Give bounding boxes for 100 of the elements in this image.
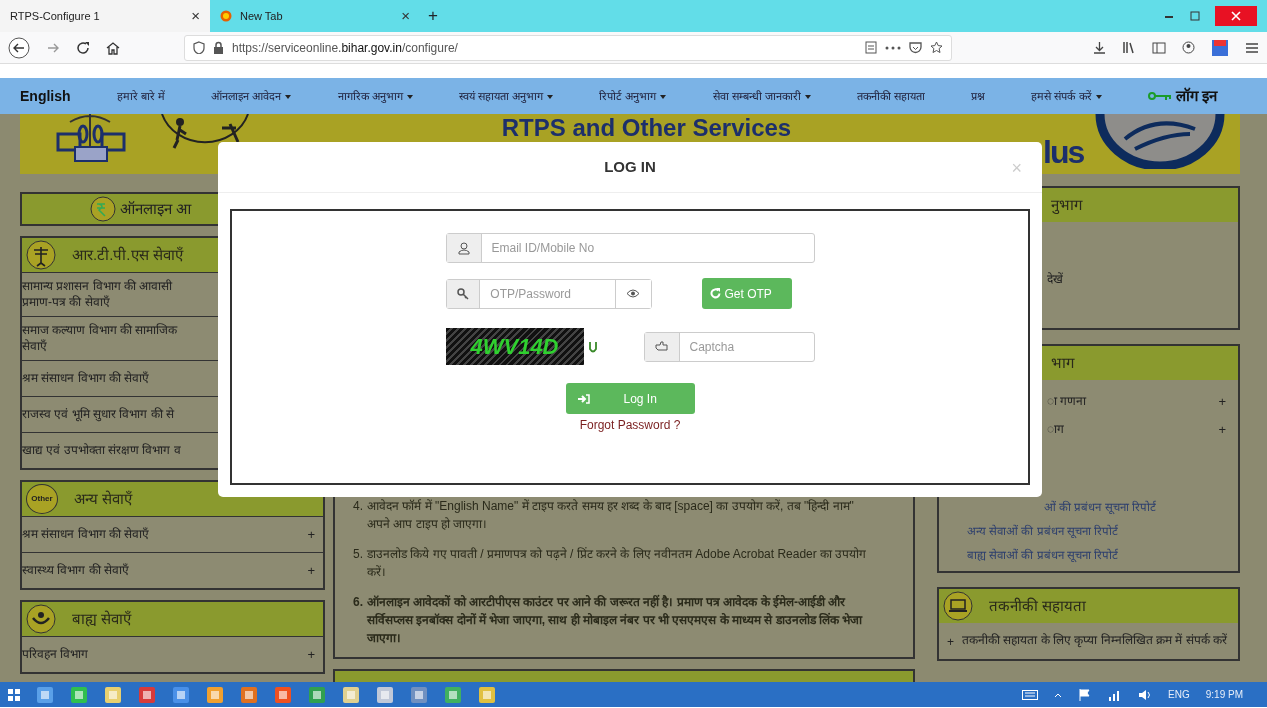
other-badge: Other xyxy=(26,484,58,515)
report-link[interactable]: बाह्य सेवाओं की प्रबंधन सूचना रिपोर्ट xyxy=(967,547,1118,564)
nav-link[interactable]: लॉग इन xyxy=(1147,84,1217,108)
sign-in-icon xyxy=(577,393,590,404)
app-icon[interactable] xyxy=(376,685,394,704)
email-field[interactable]: Email ID/Mobile No xyxy=(445,233,815,263)
sidebar-icon[interactable] xyxy=(1152,41,1166,54)
close-tab-button[interactable]: × xyxy=(401,4,410,28)
nav-link[interactable]: सेवा सम्बन्धी जानकारी xyxy=(712,87,811,105)
service-link[interactable]: परिवहन विभाग xyxy=(22,647,308,663)
start-icon[interactable] xyxy=(8,688,20,701)
nav-link[interactable]: तकनीकी सहायता xyxy=(856,87,925,105)
library-icon[interactable] xyxy=(1122,41,1136,54)
help-text: तकनीकी सहायता के लिए कृप्या निम्नलिखित क्रम में संपर्क करें xyxy=(962,633,1228,649)
dialog-title: LOG IN xyxy=(604,156,656,177)
app-icon[interactable] xyxy=(240,685,258,704)
reader-view-icon[interactable] xyxy=(865,41,877,54)
url-text: https://serviceonline.bihar.gov.in/configure/ xyxy=(232,39,459,57)
account-icon[interactable] xyxy=(1182,41,1195,54)
back-icon[interactable] xyxy=(8,36,30,59)
close-tab-button[interactable]: × xyxy=(191,4,200,28)
rupee-icon xyxy=(90,196,116,222)
nav-link[interactable]: रिपोर्ट अनुभाग xyxy=(599,87,667,105)
panel-title: अन्य सेवाएँ xyxy=(74,489,133,510)
password-field[interactable]: OTP/Password xyxy=(445,278,652,309)
nav-link[interactable]: हमसे संपर्क करें xyxy=(1031,87,1102,105)
maximize-icon[interactable] xyxy=(1189,10,1201,22)
pocket-icon[interactable] xyxy=(909,41,922,54)
login-button[interactable]: Log In xyxy=(565,383,695,414)
panel-title: तकनीकी सहायता xyxy=(989,596,1087,617)
service-link[interactable]: स्वास्थ्य विभाग की सेवाएँ xyxy=(22,563,308,579)
star-icon[interactable] xyxy=(930,41,943,54)
report-link[interactable]: अन्य सेवाओं की प्रबंधन सूचना रिपोर्ट xyxy=(967,523,1118,540)
app-icon[interactable] xyxy=(308,685,326,704)
eye-icon xyxy=(626,289,641,298)
password-input[interactable]: OTP/Password xyxy=(480,279,616,308)
more-icon[interactable] xyxy=(885,45,901,50)
language-indicator[interactable]: ENG xyxy=(1168,687,1190,702)
home-icon[interactable] xyxy=(106,40,120,55)
expand-toggle[interactable]: + xyxy=(1218,419,1226,439)
note-number: 5. xyxy=(353,546,363,563)
nav-link[interactable]: स्वयं सहायता अनुभाग xyxy=(458,87,553,105)
panel-title: आर.टी.पी.एस सेवाएँ xyxy=(72,244,183,265)
new-tab-button[interactable]: + xyxy=(428,3,438,29)
speaker-icon[interactable] xyxy=(1138,688,1153,701)
note-text: आवेदन फॉर्म में "English Name" में टाइप करते समय हर शब्द के बाद [space] का उपयोग करें, तब "हिन्दी नाम" अपने आप टाइप हो जाएगा। xyxy=(367,498,855,533)
lock-icon xyxy=(213,41,224,54)
nav-link[interactable]: प्रश्न xyxy=(971,87,986,105)
flag-icon[interactable] xyxy=(1078,687,1093,702)
address-bar[interactable]: https://serviceonline.bihar.gov.in/configure/ xyxy=(184,34,952,61)
tree-icon xyxy=(26,240,56,270)
panel-title: भाग xyxy=(1050,352,1074,373)
service-link[interactable]: श्रम संसाधन विभाग की सेवाएँ xyxy=(22,527,308,543)
laptop-icon xyxy=(943,591,973,622)
shield-icon xyxy=(193,41,205,54)
show-password-button[interactable] xyxy=(615,279,651,308)
captcha-input[interactable]: Captcha xyxy=(679,332,814,361)
nav-link[interactable]: नागरिक अनुभाग xyxy=(337,87,413,105)
app-icon[interactable] xyxy=(342,685,360,704)
nav-link[interactable]: हमारे बारे में xyxy=(116,87,165,105)
note-number: 4. xyxy=(353,498,363,515)
menu-icon[interactable] xyxy=(1245,41,1259,54)
download-icon[interactable] xyxy=(1093,41,1106,54)
captcha-image: 4WV14D xyxy=(445,328,584,365)
chevron-up-icon[interactable] xyxy=(1054,691,1063,698)
app-icon[interactable] xyxy=(444,685,462,704)
reload-icon[interactable] xyxy=(76,40,90,55)
app-icon[interactable] xyxy=(138,685,156,704)
app-icon[interactable] xyxy=(206,685,224,704)
pointing-hand-icon xyxy=(655,341,668,352)
note-text: ऑनलाइन आवेदकों को आरटीपीएस काउंटर पर आने की जरूरत नहीं है। प्रमाण पत्र आवेदक के ईमेल-आईडी और सर्विसप्लस इनबॉक्स दोनों में भेजा जाएगा, साथ ही मोबाइल नंबर पर भी एसएमएस के माध्यम से डाउनलोड लिंक भेजा जाएगा। xyxy=(367,593,864,647)
note-text: डाउनलोड किये गए पावती / प्रमाणपत्र को पढ़ने / प्रिंट करने के लिए नवीनतम Adobe Acrobat Reader का उपयोग करें। xyxy=(367,546,868,581)
panel-title: नुभाग xyxy=(1050,194,1082,216)
logo-text: lus xyxy=(1043,136,1084,168)
app-icon[interactable] xyxy=(274,685,292,704)
clock[interactable]: 9:19 PM xyxy=(1205,687,1243,702)
banner-title: RTPS and Other Services xyxy=(500,116,793,140)
app-icon[interactable] xyxy=(172,685,190,704)
get-otp-button[interactable]: Get OTP xyxy=(701,278,792,309)
nav-link[interactable]: ऑनलाइन आवेदन xyxy=(211,87,292,105)
app-icon[interactable] xyxy=(104,685,122,704)
report-link[interactable]: ओं की प्रबंधन सूचना रिपोर्ट xyxy=(939,499,1156,516)
browser-tab[interactable]: RTPS-Configure 1 × xyxy=(0,0,210,32)
app-icon[interactable] xyxy=(410,685,428,704)
forgot-password-link[interactable]: Forgot Password ? xyxy=(579,416,681,434)
app-icon[interactable] xyxy=(36,685,54,704)
globe-icon xyxy=(220,10,232,22)
close-icon[interactable] xyxy=(1215,6,1257,26)
app-icon[interactable] xyxy=(478,685,496,704)
expand-toggle[interactable]: + xyxy=(307,645,315,665)
captcha-field[interactable]: Captcha xyxy=(643,331,815,362)
nav-link[interactable]: English xyxy=(20,85,71,107)
expand-toggle[interactable]: + xyxy=(1218,392,1226,412)
expand-toggle[interactable]: + xyxy=(307,561,315,581)
keyboard-icon[interactable] xyxy=(1022,689,1039,700)
email-input[interactable]: Email ID/Mobile No xyxy=(481,234,814,262)
browser-tab[interactable]: New Tab × xyxy=(210,0,420,32)
app-icon[interactable] xyxy=(70,685,88,704)
expand-toggle[interactable]: + xyxy=(307,525,315,545)
user-icon xyxy=(457,241,470,255)
